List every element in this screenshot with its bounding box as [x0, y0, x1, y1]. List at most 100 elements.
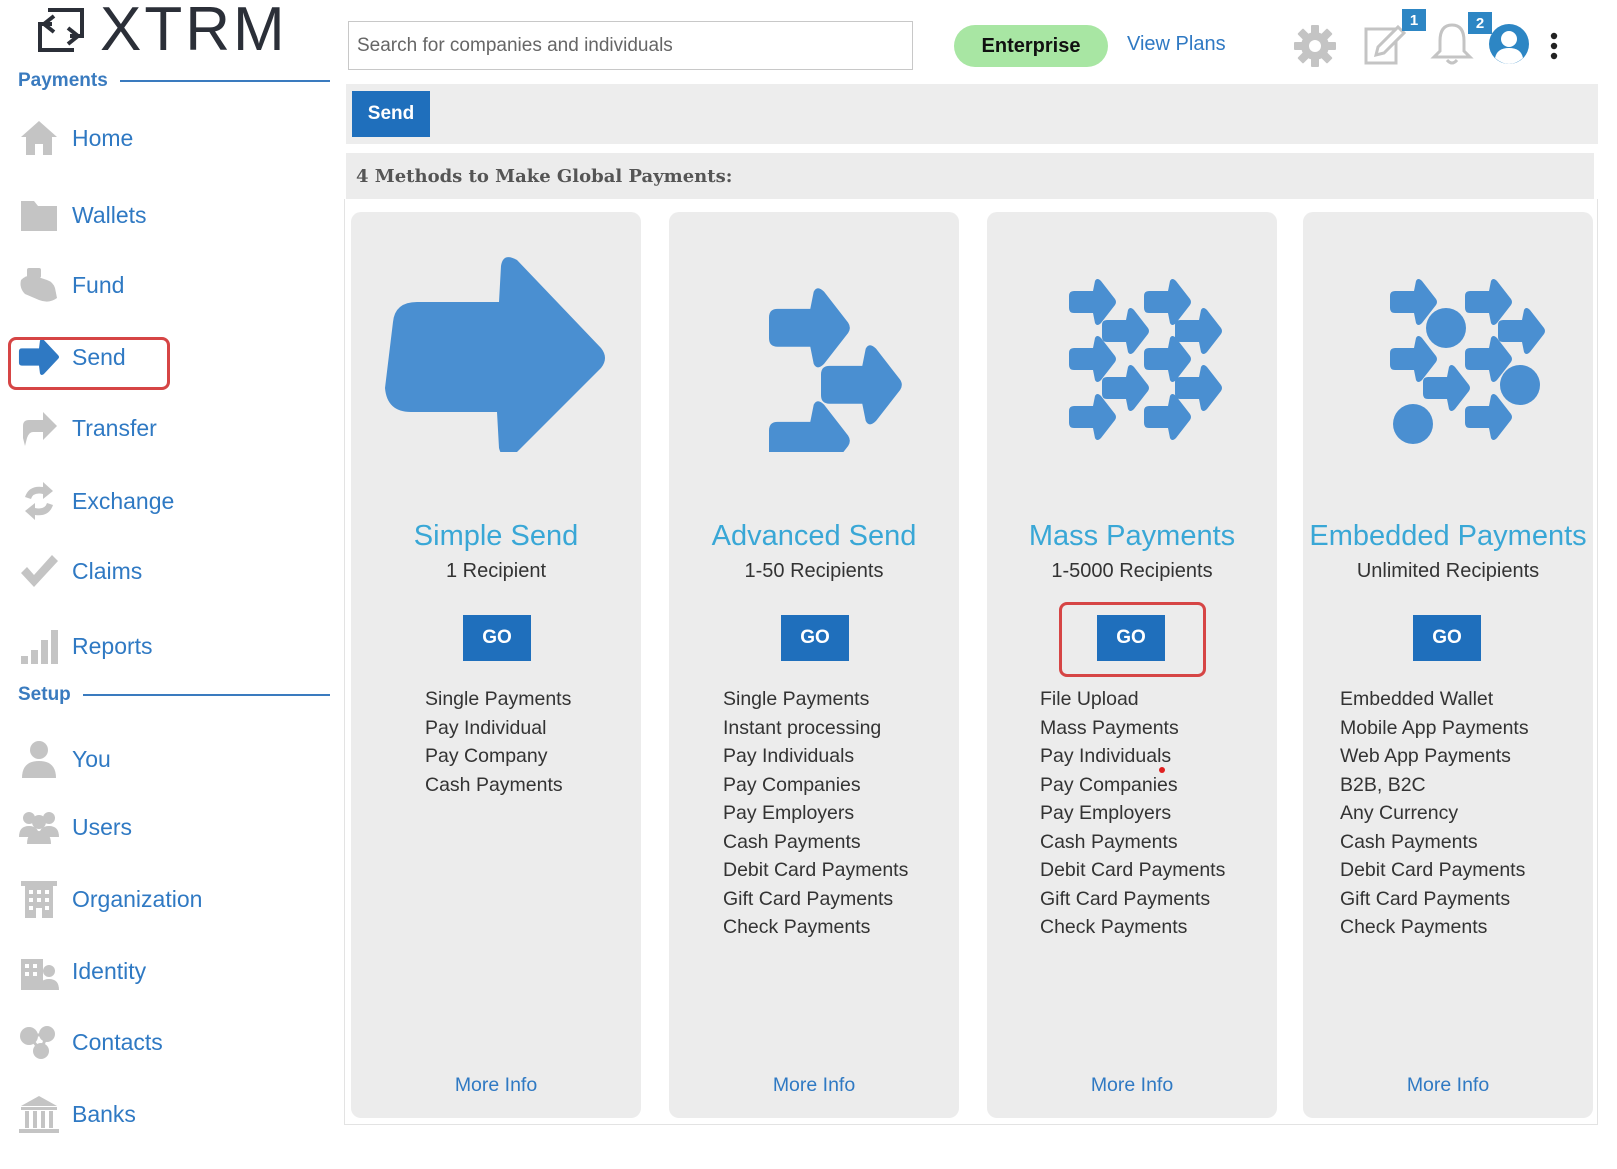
feature-item: Pay Individuals: [723, 745, 855, 767]
feature-item: Pay Individuals: [1040, 745, 1172, 767]
sidebar-item-label: Identity: [72, 957, 147, 984]
card-title: Advanced Send: [711, 520, 917, 552]
card-subtitle: 1 Recipient: [445, 560, 547, 582]
embedded-payments-card: Embedded Payments Unlimited Recipients G…: [1303, 212, 1593, 1118]
sidebar-item-contacts[interactable]: Contacts: [18, 1018, 163, 1066]
section-divider: [82, 694, 330, 696]
card-subtitle: 1-50 Recipients: [744, 560, 884, 582]
more-info-link[interactable]: More Info: [669, 1074, 959, 1097]
exchange-icon: [18, 480, 60, 522]
feature-item: Any Currency: [1340, 802, 1459, 824]
sidebar-item-fund[interactable]: Fund: [18, 261, 124, 309]
hand-icon: [18, 264, 60, 306]
feature-item: Gift Card Payments: [1340, 887, 1511, 910]
plan-badge[interactable]: Enterprise: [954, 25, 1108, 67]
send-button[interactable]: Send: [352, 91, 430, 137]
more-info-link[interactable]: More Info: [1303, 1074, 1593, 1097]
go-highlight-box: [1059, 602, 1206, 677]
sidebar-item-users[interactable]: Users: [18, 803, 132, 851]
feature-item: Pay Company: [425, 745, 548, 767]
feature-list: Embedded Wallet Mobile App Payments Web …: [1340, 685, 1529, 942]
sidebar: XTRM Payments Home Wallets Fund Send Tra…: [0, 0, 330, 1169]
sidebar-item-exchange[interactable]: Exchange: [18, 477, 174, 525]
feature-item: Instant processing: [723, 716, 882, 739]
feature-item: Single Payments: [425, 688, 572, 710]
feature-item: Check Payments: [723, 916, 871, 938]
more-menu-icon[interactable]: [1545, 26, 1563, 66]
check-icon: [18, 550, 60, 592]
sidebar-item-claims[interactable]: Claims: [18, 547, 142, 595]
logo-mark-icon: [38, 8, 84, 52]
avatar[interactable]: [1487, 22, 1531, 66]
gear-icon[interactable]: [1292, 23, 1338, 69]
feature-item: Gift Card Payments: [723, 887, 894, 910]
cursor-dot: [1159, 767, 1165, 773]
feature-list: Single Payments Instant processing Pay I…: [723, 685, 908, 942]
sidebar-item-banks[interactable]: Banks: [18, 1090, 136, 1138]
sidebar-item-label: Fund: [72, 271, 125, 298]
sidebar-item-reports[interactable]: Reports: [18, 622, 153, 670]
sidebar-item-label: Claims: [72, 557, 143, 584]
mass-payments-illustration: [987, 252, 1277, 462]
feature-list: Single Payments Pay Individual Pay Compa…: [425, 685, 571, 799]
feature-item: Check Payments: [1340, 916, 1488, 938]
feature-item: File Upload: [1040, 688, 1139, 710]
setup-heading-label: Setup: [18, 684, 71, 705]
feature-item: Debit Card Payments: [1340, 859, 1526, 881]
card-title: Embedded Payments: [1309, 520, 1587, 552]
contacts-icon: [18, 1021, 60, 1063]
send-highlight-box: [8, 337, 170, 390]
users-icon: [18, 806, 60, 848]
simple-send-illustration: [351, 252, 641, 462]
logo-text: XTRM: [100, 0, 288, 64]
feature-item: Pay Companies: [723, 773, 861, 796]
simple-send-go-button[interactable]: GO: [463, 615, 531, 661]
sidebar-item-home[interactable]: Home: [18, 114, 133, 162]
building-icon: [18, 878, 60, 920]
single-arrow-icon: [385, 257, 605, 452]
sidebar-item-label: Organization: [72, 885, 203, 912]
feature-list: File Upload Mass Payments Pay Individual…: [1040, 685, 1225, 942]
search-input[interactable]: [348, 21, 913, 70]
sidebar-item-label: Home: [72, 124, 134, 151]
view-plans-link[interactable]: View Plans: [1127, 33, 1226, 56]
feature-item: Cash Payments: [723, 830, 861, 853]
sidebar-item-wallets[interactable]: Wallets: [18, 191, 147, 239]
sidebar-item-transfer[interactable]: Transfer: [18, 404, 157, 452]
feature-item: Debit Card Payments: [723, 859, 909, 881]
sidebar-item-you[interactable]: You: [18, 735, 111, 783]
feature-item: Web App Payments: [1340, 745, 1511, 767]
bank-icon: [18, 1093, 60, 1135]
advanced-send-go-button[interactable]: GO: [781, 615, 849, 661]
feature-item: B2B, B2C: [1340, 773, 1426, 796]
sidebar-item-label: Exchange: [72, 487, 175, 514]
advanced-send-illustration: [669, 252, 959, 462]
sidebar-item-label: Wallets: [72, 201, 147, 228]
embedded-arrows-icon: [1390, 279, 1545, 444]
sidebar-item-label: Banks: [72, 1100, 136, 1127]
transfer-icon: [18, 407, 60, 449]
feature-item: Debit Card Payments: [1040, 859, 1226, 881]
feature-item: Cash Payments: [425, 773, 563, 796]
feature-item: Gift Card Payments: [1040, 887, 1211, 910]
feature-item: Pay Companies: [1040, 773, 1178, 796]
feature-item: Mass Payments: [1040, 716, 1179, 739]
methods-heading: 4 Methods to Make Global Payments:: [356, 165, 733, 187]
xtrm-logo[interactable]: XTRM: [30, 0, 288, 64]
sidebar-item-organization[interactable]: Organization: [18, 875, 202, 923]
home-icon: [18, 117, 60, 159]
sidebar-item-label: Transfer: [72, 414, 157, 441]
action-bar: [346, 84, 1598, 144]
simple-send-card: Simple Send 1 Recipient GO Single Paymen…: [351, 212, 641, 1118]
sidebar-item-label: Contacts: [72, 1028, 163, 1055]
more-info-link[interactable]: More Info: [351, 1074, 641, 1097]
embedded-payments-go-button[interactable]: GO: [1413, 615, 1481, 661]
card-title: Simple Send: [413, 520, 579, 552]
more-info-link[interactable]: More Info: [987, 1074, 1277, 1097]
card-subtitle: 1-5000 Recipients: [1051, 560, 1213, 582]
folder-icon: [18, 194, 60, 236]
sidebar-item-identity[interactable]: Identity: [18, 947, 146, 995]
methods-heading-bar: 4 Methods to Make Global Payments:: [346, 153, 1594, 199]
advanced-send-card: Advanced Send 1-50 Recipients GO Single …: [669, 212, 959, 1118]
payments-section-heading: Payments: [18, 70, 330, 92]
